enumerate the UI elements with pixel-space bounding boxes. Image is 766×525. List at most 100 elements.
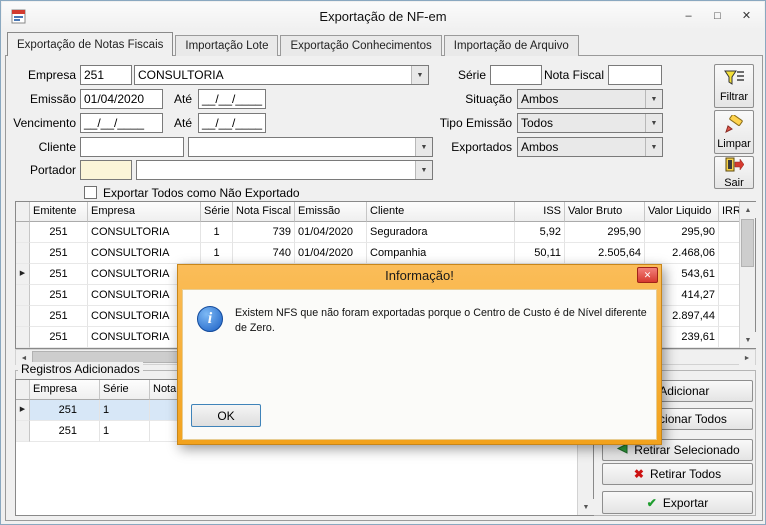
retirar-todos-button[interactable]: ✖ Retirar Todos (602, 463, 753, 485)
nota-fiscal-input[interactable] (608, 65, 662, 85)
emissao-from-input[interactable]: 01/04/2020 (80, 89, 163, 109)
row-selector[interactable] (16, 243, 30, 264)
grid-cell[interactable]: 2.468,06 (645, 243, 719, 264)
grid-cell[interactable] (719, 243, 739, 264)
grid-cell[interactable]: 01/04/2020 (295, 222, 367, 243)
grid-cell[interactable]: 251 (30, 327, 88, 348)
serie-input[interactable] (490, 65, 542, 85)
row-selector[interactable] (16, 421, 30, 442)
grid-cell[interactable]: 1 (201, 243, 233, 264)
grid-cell[interactable] (719, 264, 739, 285)
grid-cell[interactable]: 251 (30, 264, 88, 285)
scroll-down-icon[interactable]: ▼ (578, 499, 594, 515)
column-header[interactable]: Emitente (30, 202, 88, 222)
column-header[interactable]: IRRF (719, 202, 739, 222)
grid-cell[interactable]: 1 (100, 421, 150, 442)
minimize-icon[interactable]: – (674, 5, 703, 26)
vencimento-from-input[interactable]: __/__/____ (80, 113, 163, 133)
close-icon[interactable]: ✕ (732, 5, 761, 26)
dropdown-arrow-icon[interactable]: ▼ (645, 114, 662, 132)
grid-cell[interactable] (719, 306, 739, 327)
cliente-code-input[interactable] (80, 137, 184, 157)
dropdown-arrow-icon[interactable]: ▼ (415, 138, 432, 156)
scroll-down-icon[interactable]: ▼ (740, 332, 756, 348)
column-header[interactable]: Série (201, 202, 233, 222)
row-selector[interactable] (16, 285, 30, 306)
grid-cell[interactable] (719, 285, 739, 306)
cliente-combo[interactable]: ▼ (188, 137, 433, 157)
titlebar: Exportação de NF-em – □ ✕ (2, 2, 764, 30)
tab-importacao-arquivo[interactable]: Importação de Arquivo (444, 35, 579, 56)
grid-cell[interactable]: 01/04/2020 (295, 243, 367, 264)
green-arrow-icon (615, 443, 628, 457)
situacao-label: Situação (442, 89, 512, 109)
column-header[interactable]: Emissão (295, 202, 367, 222)
grid-cell[interactable]: 251 (30, 222, 88, 243)
nf-grid-vscrollbar[interactable]: ▲ ▼ (739, 202, 755, 348)
tipo-emissao-combo[interactable]: Todos ▼ (517, 113, 663, 133)
grid-cell[interactable]: 251 (30, 400, 100, 421)
portador-code-input[interactable] (80, 160, 132, 180)
dialog-close-icon[interactable]: ✕ (637, 267, 658, 283)
dropdown-arrow-icon[interactable]: ▼ (415, 161, 432, 179)
grid-cell[interactable] (719, 327, 739, 348)
situacao-combo[interactable]: Ambos ▼ (517, 89, 663, 109)
grid-cell[interactable]: 295,90 (565, 222, 645, 243)
grid-cell[interactable]: 251 (30, 243, 88, 264)
table-row[interactable]: 251CONSULTORIA173901/04/2020Seguradora5,… (16, 222, 739, 243)
app-icon (11, 9, 26, 24)
exportar-todos-checkbox[interactable] (84, 186, 97, 199)
vencimento-to-input[interactable]: __/__/____ (198, 113, 266, 133)
column-header[interactable]: Série (100, 380, 150, 400)
grid-cell[interactable]: Seguradora (367, 222, 515, 243)
maximize-icon[interactable]: □ (703, 5, 732, 26)
grid-cell[interactable]: Companhia (367, 243, 515, 264)
grid-cell[interactable]: 50,11 (515, 243, 565, 264)
grid-cell[interactable]: 1 (100, 400, 150, 421)
grid-cell[interactable]: 251 (30, 421, 100, 442)
exit-door-icon-button[interactable]: Sair (714, 156, 754, 189)
scroll-thumb[interactable] (741, 219, 754, 267)
column-header[interactable]: Nota Fiscal (233, 202, 295, 222)
row-selector[interactable]: ▶ (16, 400, 30, 421)
portador-combo[interactable]: ▼ (136, 160, 433, 180)
emissao-to-input[interactable]: __/__/____ (198, 89, 266, 109)
tab-exportacao-notas-fiscais[interactable]: Exportação de Notas Fiscais (7, 32, 173, 56)
scroll-right-icon[interactable]: ► (739, 350, 755, 366)
filtrar-button[interactable]: Filtrar (714, 64, 754, 108)
grid-cell[interactable]: CONSULTORIA (88, 222, 201, 243)
grid-cell[interactable]: 251 (30, 285, 88, 306)
grid-cell[interactable]: 5,92 (515, 222, 565, 243)
exportados-combo[interactable]: Ambos ▼ (517, 137, 663, 157)
dropdown-arrow-icon[interactable]: ▼ (645, 138, 662, 156)
column-header[interactable]: Cliente (367, 202, 515, 222)
column-header[interactable]: Empresa (30, 380, 100, 400)
row-selector[interactable] (16, 306, 30, 327)
ok-button[interactable]: OK (191, 404, 261, 427)
table-row[interactable]: 251CONSULTORIA174001/04/2020Companhia50,… (16, 243, 739, 264)
column-header[interactable]: ISS (515, 202, 565, 222)
grid-cell[interactable]: 740 (233, 243, 295, 264)
vencimento-label: Vencimento (6, 113, 76, 133)
grid-cell[interactable]: 1 (201, 222, 233, 243)
grid-cell[interactable] (719, 222, 739, 243)
row-selector[interactable] (16, 222, 30, 243)
grid-cell[interactable]: 739 (233, 222, 295, 243)
limpar-button[interactable]: Limpar (714, 110, 754, 154)
grid-cell[interactable]: CONSULTORIA (88, 243, 201, 264)
column-header[interactable]: Valor Bruto (565, 202, 645, 222)
exportar-button[interactable]: ✔ Exportar (602, 491, 753, 514)
grid-cell[interactable]: 2.505,64 (565, 243, 645, 264)
empresa-code-input[interactable]: 251 (80, 65, 132, 85)
grid-cell[interactable]: 251 (30, 306, 88, 327)
column-header[interactable]: Empresa (88, 202, 201, 222)
column-header[interactable]: Valor Liquido (645, 202, 719, 222)
tab-importacao-lote[interactable]: Importação Lote (175, 35, 278, 56)
tab-exportacao-conhecimentos[interactable]: Exportação Conhecimentos (280, 35, 441, 56)
empresa-combo[interactable]: CONSULTORIA ▼ (134, 65, 429, 85)
row-selector[interactable]: ▶ (16, 264, 30, 285)
row-selector[interactable] (16, 327, 30, 348)
dropdown-arrow-icon[interactable]: ▼ (645, 90, 662, 108)
scroll-up-icon[interactable]: ▲ (740, 202, 756, 218)
grid-cell[interactable]: 295,90 (645, 222, 719, 243)
